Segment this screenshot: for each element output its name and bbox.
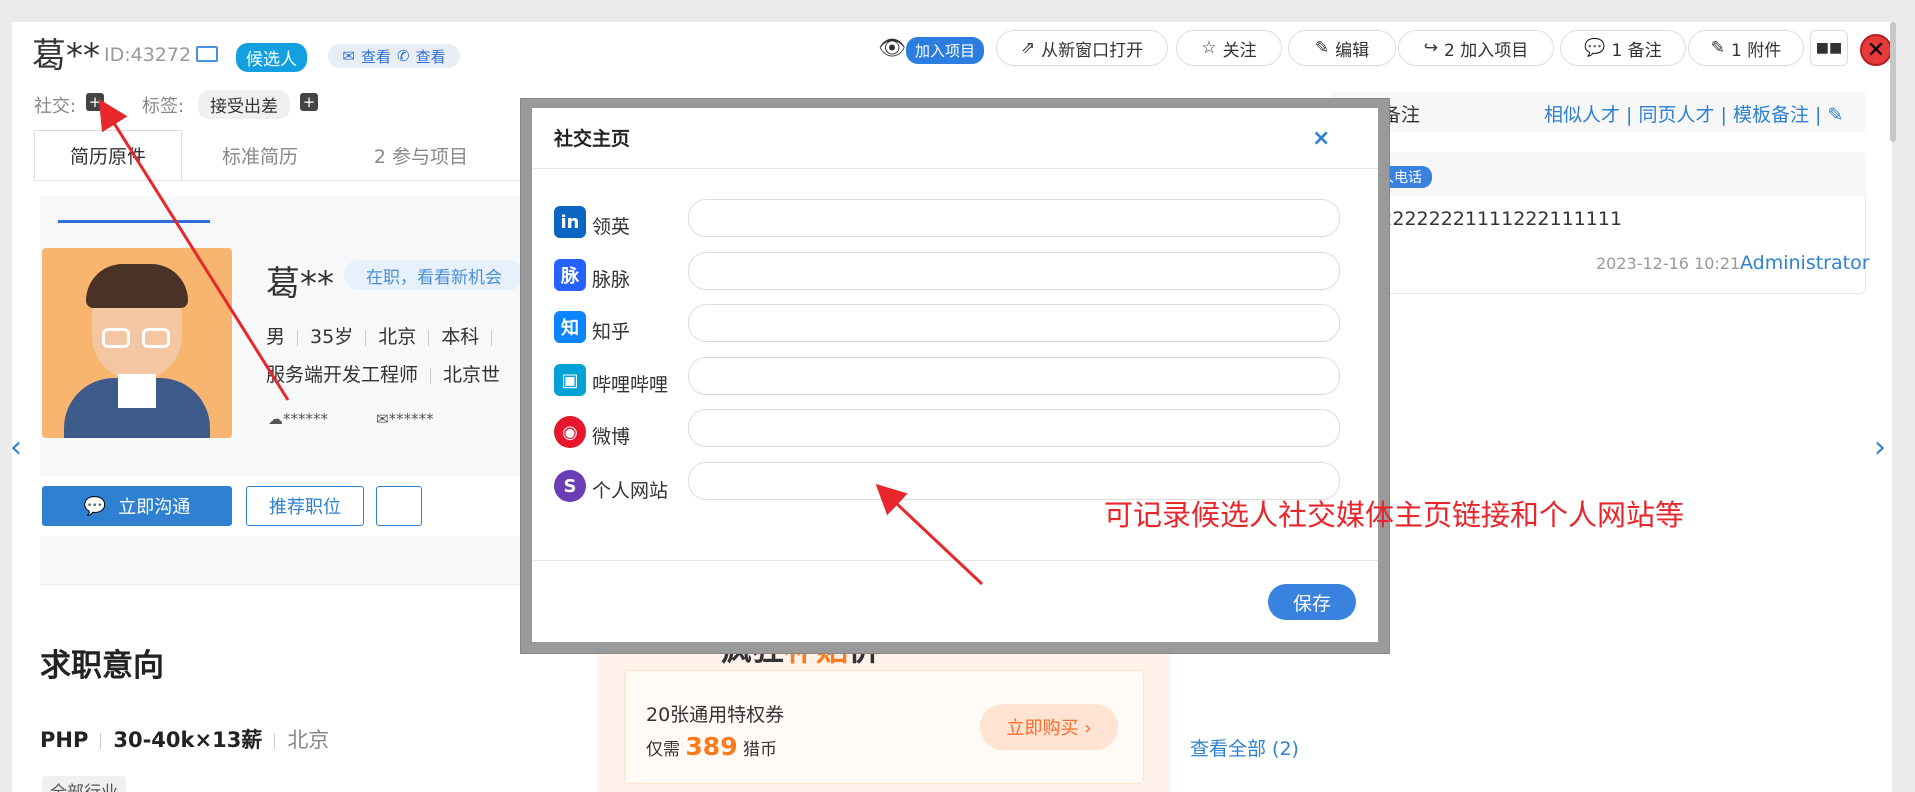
annotation-arrows	[98, 98, 984, 586]
arrow-to-website-field	[875, 483, 984, 586]
arrow-to-social-button	[98, 98, 290, 401]
